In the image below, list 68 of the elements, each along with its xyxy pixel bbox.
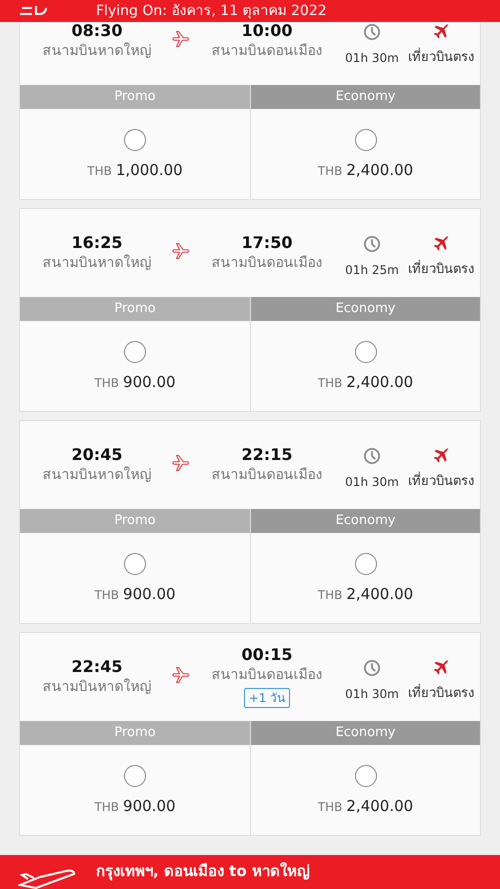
route-title: กรุงเทพฯ, ดอนเมือง to หาดใหญ่ — [96, 861, 310, 881]
arrival-airport: สนามบินดอนเมือง — [212, 42, 322, 61]
flight-type: เที่ยวบินตรง — [408, 48, 474, 68]
fare-radio[interactable] — [124, 341, 146, 363]
arrival-time: 22:15 — [242, 445, 292, 465]
currency-label: THB — [94, 375, 120, 392]
fare-price: 2,400.00 — [346, 796, 414, 817]
clock-icon — [363, 235, 381, 253]
next-day-badge: +1 วัน — [244, 688, 290, 708]
fare-radio[interactable] — [124, 553, 146, 575]
clock-icon — [363, 23, 381, 41]
currency-label: THB — [318, 799, 342, 816]
flight-duration: 01h 30m — [345, 474, 399, 491]
departure-time: 16:25 — [72, 233, 122, 253]
fare-radio[interactable] — [354, 765, 376, 787]
flight-type: เที่ยวบินตรง — [408, 260, 474, 280]
currency-label: THB — [94, 587, 120, 604]
arrival-airport: สนามบินดอนเมือง — [212, 666, 322, 685]
fare-price: 2,400.00 — [346, 584, 414, 605]
departure-airport: สนามบินหาดใหญ่ — [42, 42, 152, 61]
fare-price: 2,400.00 — [346, 160, 414, 181]
fare-radio[interactable] — [124, 765, 146, 787]
flight-type: เที่ยวบินตรง — [408, 472, 474, 492]
arrival-airport: สนามบินดอนเมือง — [212, 254, 322, 273]
fare-price: 900.00 — [123, 372, 176, 393]
currency-label: THB — [318, 375, 342, 392]
fare-class-header: Economy — [251, 85, 480, 109]
fare-radio[interactable] — [354, 553, 376, 575]
flight-duration: 01h 25m — [345, 262, 399, 279]
currency-label: THB — [318, 163, 342, 180]
currency-label: THB — [318, 587, 342, 604]
departure-airport: สนามบินหาดใหญ่ — [42, 678, 152, 697]
departure-time: 22:45 — [72, 657, 122, 677]
arrival-time: 00:15 — [242, 645, 292, 665]
airplane-takeoff-icon — [18, 869, 78, 889]
arrival-time: 10:00 — [242, 21, 292, 41]
plane-outline-icon — [172, 29, 192, 49]
departure-time: 20:45 — [72, 445, 122, 465]
fare-price: 2,400.00 — [346, 372, 414, 393]
fare-price: 900.00 — [123, 796, 176, 817]
flight-duration: 01h 30m — [345, 686, 399, 703]
flight-duration: 01h 30m — [345, 50, 399, 67]
clock-icon — [363, 447, 381, 465]
fare-price: 900.00 — [123, 584, 176, 605]
currency-label: THB — [94, 799, 120, 816]
flight-type: เที่ยวบินตรง — [408, 684, 474, 704]
arrival-airport: สนามบินดอนเมือง — [212, 466, 322, 485]
fare-price: 1,000.00 — [116, 160, 183, 181]
clock-icon — [363, 659, 381, 677]
arrival-time: 17:50 — [242, 233, 292, 253]
departure-airport: สนามบินหาดใหญ่ — [42, 254, 152, 273]
fare-radio[interactable] — [354, 129, 376, 151]
plane-outline-icon — [172, 453, 192, 473]
departure-time: 08:30 — [72, 21, 122, 41]
currency-label: THB — [87, 163, 112, 180]
flight-date: Flying On: อังคาร, 11 ตุลาคม 2022 — [96, 2, 327, 20]
fare-class-header: Economy — [251, 297, 480, 321]
fare-class-header: Promo — [20, 721, 250, 745]
fare-class-header: Promo — [20, 85, 250, 109]
fare-class-header: Economy — [251, 509, 480, 533]
fare-radio[interactable] — [124, 129, 146, 151]
fare-class-header: Promo — [20, 297, 250, 321]
fare-radio[interactable] — [354, 341, 376, 363]
fare-class-header: Economy — [251, 721, 480, 745]
plane-outline-icon — [172, 241, 192, 261]
fare-class-header: Promo — [20, 509, 250, 533]
plane-outline-icon — [172, 665, 192, 685]
departure-airport: สนามบินหาดใหญ่ — [42, 466, 152, 485]
